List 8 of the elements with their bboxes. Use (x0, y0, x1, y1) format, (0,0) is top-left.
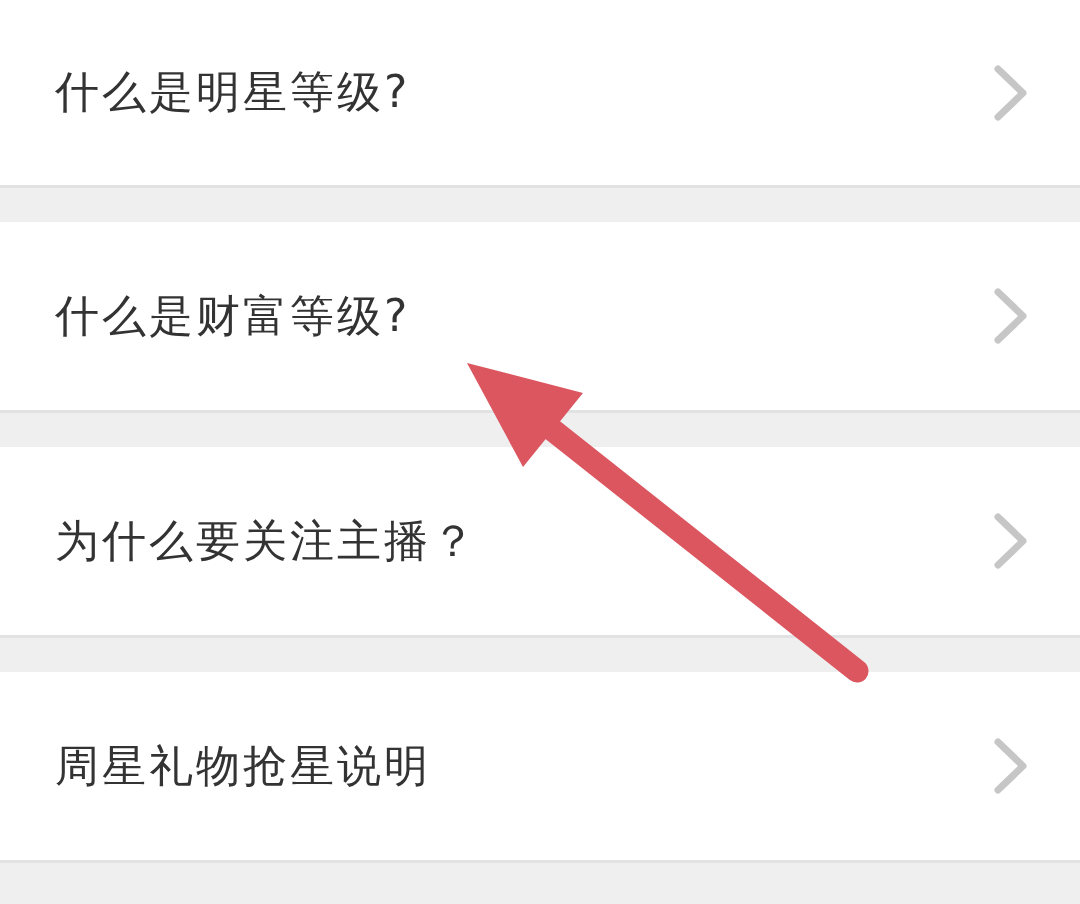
chevron-right-icon (994, 738, 1028, 794)
chevron-right-icon (994, 513, 1028, 569)
faq-item[interactable]: 为什么要关注主播？ (0, 447, 1080, 638)
chevron-right-icon (994, 288, 1028, 344)
chevron-right-icon (994, 64, 1028, 121)
faq-item[interactable]: 周星礼物抢星说明 (0, 672, 1080, 863)
faq-item[interactable]: 什么是财富等级? (0, 222, 1080, 413)
faq-item[interactable]: 什么是明星等级? (0, 0, 1080, 188)
